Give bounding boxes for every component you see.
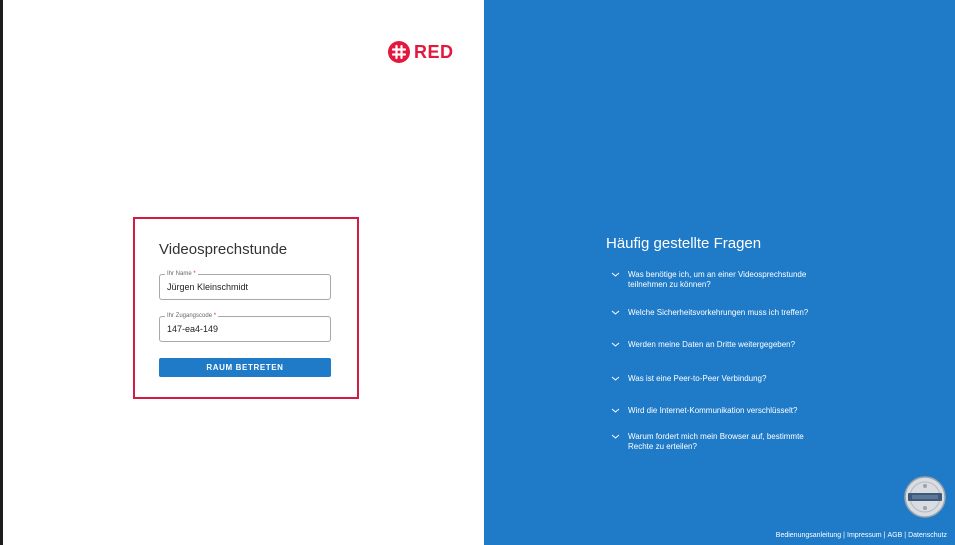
footer-link-imprint[interactable]: Impressum [847,532,882,539]
access-code-label: Ihr Zugangscode * [165,312,219,320]
faq-item-browser-permissions[interactable]: Warum fordert mich mein Browser auf, bes… [611,432,804,452]
footer-link-manual[interactable]: Bedienungsanleitung [776,532,841,539]
login-card: Videosprechstunde Ihr Name * Ihr Zugangs… [133,217,359,399]
chevron-down-icon [611,376,620,381]
name-input[interactable] [167,282,317,292]
chevron-down-icon [611,342,620,347]
enter-room-button[interactable]: RAUM BETRETEN [159,358,331,377]
footer-links: Bedienungsanleitung | Impressum | AGB | Datens… [775,532,947,539]
logo-text: RED [414,41,454,62]
page-title: Videosprechstunde [159,241,288,258]
name-field[interactable]: Ihr Name * [159,270,331,300]
faq-item-security[interactable]: Welche Sicherheitsvorkehrungen muss ich … [611,308,808,318]
chevron-down-icon [611,272,620,277]
certification-seal-icon [904,476,946,518]
faq-item-encryption[interactable]: Wird die Internet-Kommunikation verschlü… [611,406,797,416]
faq-title: Häufig gestellte Fragen [606,235,762,252]
name-label: Ihr Name * [165,270,198,278]
footer-link-terms[interactable]: AGB [887,532,902,539]
footer-link-privacy[interactable]: Datenschutz [908,532,947,539]
access-code-input[interactable] [167,324,317,334]
faq-item-requirements[interactable]: Was benötige ich, um an einer Videosprec… [611,270,806,290]
chevron-down-icon [611,434,620,439]
hash-logo-icon [388,41,410,63]
chevron-down-icon [611,310,620,315]
chevron-down-icon [611,408,620,413]
access-code-field[interactable]: Ihr Zugangscode * [159,312,331,342]
faq-item-peer-to-peer[interactable]: Was ist eine Peer-to-Peer Verbindung? [611,374,766,384]
brand-logo: RED [388,40,454,64]
faq-item-data-sharing[interactable]: Werden meine Daten an Dritte weitergegeb… [611,340,795,350]
